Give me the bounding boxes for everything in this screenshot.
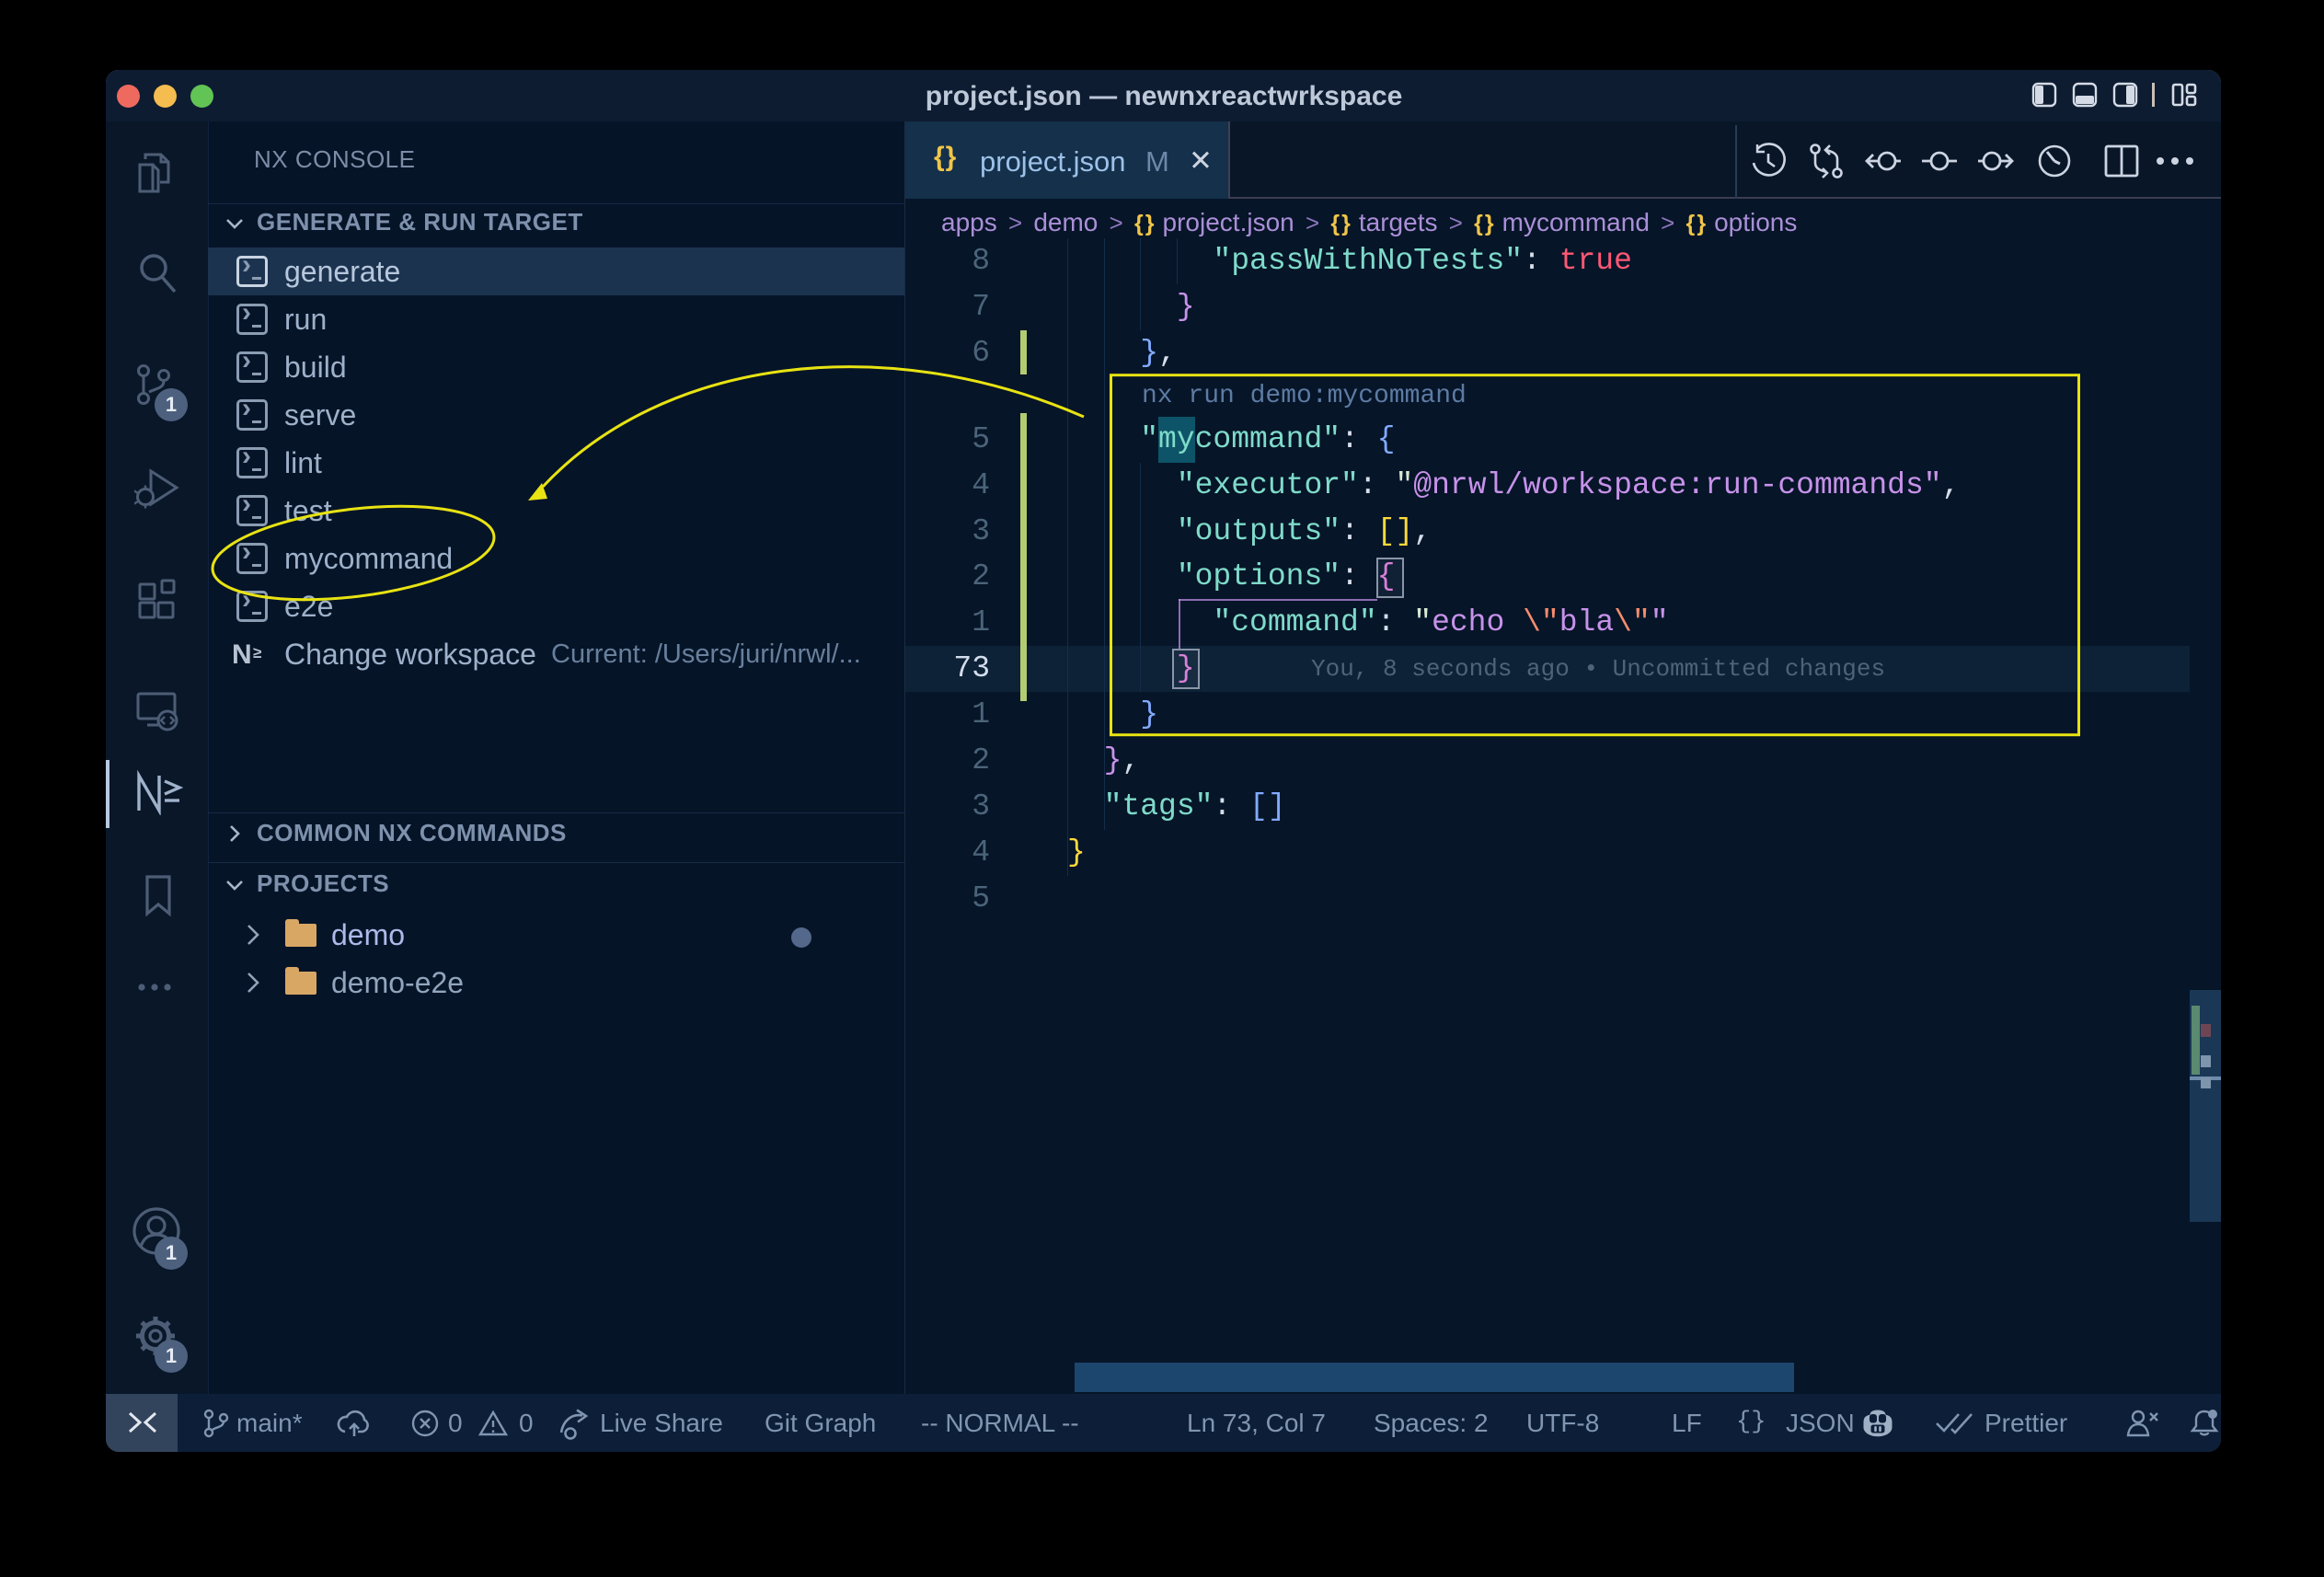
svg-text:N: N xyxy=(232,639,252,670)
svg-text:≥: ≥ xyxy=(253,644,261,662)
